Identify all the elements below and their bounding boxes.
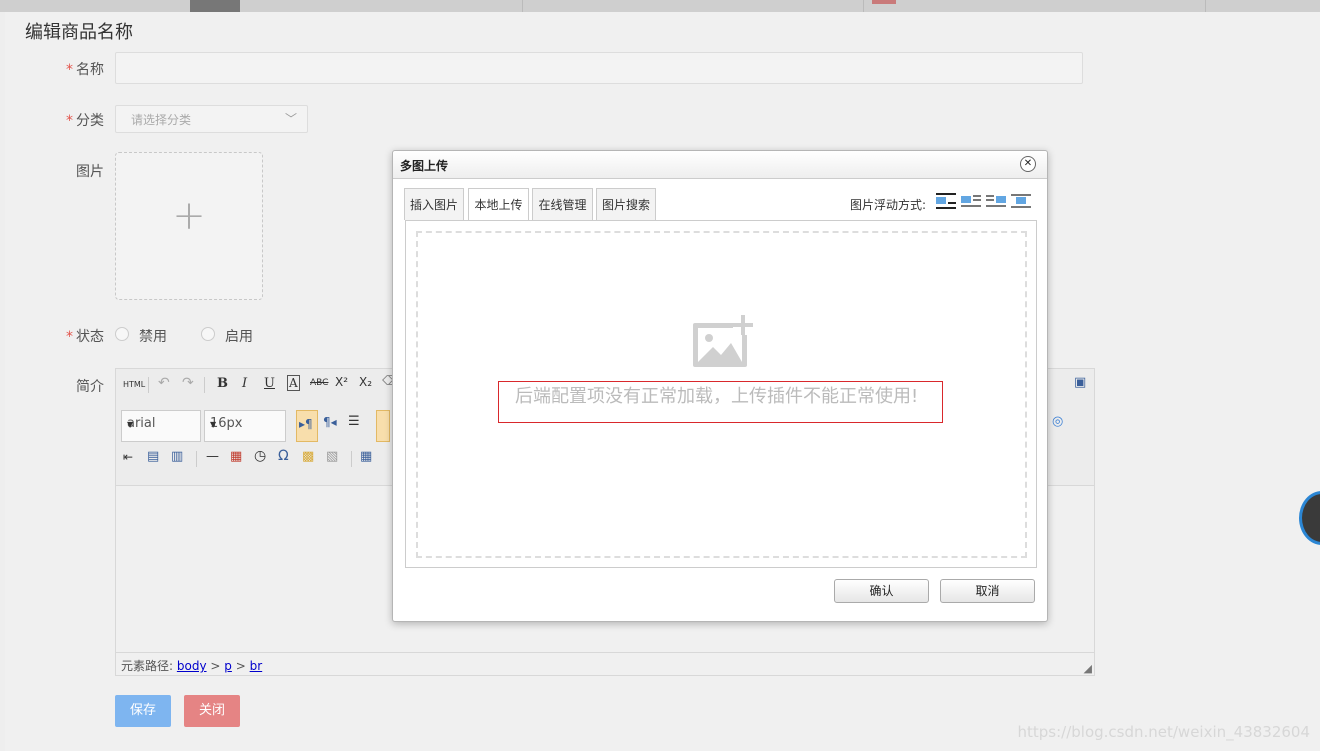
category-placeholder: 请选择分类 <box>131 113 192 127</box>
path-br-link[interactable]: br <box>250 659 263 673</box>
ltr-direction-button[interactable]: ▸¶ <box>296 410 318 442</box>
path-body-link[interactable]: body <box>177 659 207 673</box>
required-mark: * <box>66 329 73 345</box>
element-path: 元素路径: body > p > br <box>121 659 263 673</box>
watermark: https://blog.csdn.net/weixin_43832604 <box>1017 723 1310 741</box>
float-left-icon[interactable] <box>961 193 981 211</box>
status-option-disabled: 禁用 <box>139 329 167 345</box>
font-family-select[interactable]: arial ▼ <box>121 410 201 442</box>
multi-image-upload-dialog: 多图上传 ✕ 插入图片 本地上传 在线管理 图片搜索 图片浮动方式: 后端配置项… <box>392 150 1048 622</box>
required-mark: * <box>66 113 73 129</box>
font-size-select[interactable]: 16px ▼ <box>204 410 286 442</box>
error-message: 后端配置项没有正常加载，上传插件不能正常使用! <box>498 381 943 423</box>
confirm-button[interactable]: 确认 <box>834 579 929 603</box>
close-button[interactable]: 关闭 <box>184 695 240 727</box>
status-radio-enabled[interactable] <box>201 327 215 341</box>
italic-icon[interactable]: I <box>242 376 247 391</box>
date-icon[interactable]: ▦ <box>230 449 242 464</box>
name-input[interactable] <box>115 52 1083 84</box>
toolbar-separator <box>204 377 205 393</box>
tab-online-manage[interactable]: 在线管理 <box>532 188 593 220</box>
float-right-icon[interactable] <box>986 193 1006 211</box>
product-thumbnail <box>190 0 240 12</box>
toolbar-separator <box>148 377 149 393</box>
float-mode-label: 图片浮动方式: <box>850 198 927 212</box>
subscript-icon[interactable]: X₂ <box>359 375 372 389</box>
float-none-icon[interactable] <box>936 193 956 211</box>
image-upload-box[interactable]: + <box>115 152 263 300</box>
special-char-icon[interactable]: Ω <box>278 448 289 464</box>
font-border-icon[interactable]: A <box>287 375 300 391</box>
row-spacing-icon[interactable]: ⇤ <box>123 450 133 464</box>
table-divider <box>1205 0 1206 12</box>
rtl-icon[interactable]: ¶◂ <box>323 415 337 429</box>
undo-icon[interactable]: ↶ <box>158 375 170 391</box>
name-label: * 名称 <box>66 62 104 78</box>
help-icon[interactable]: ◎ <box>1052 414 1063 429</box>
multi-image-icon[interactable]: ▥ <box>171 449 183 464</box>
save-button[interactable]: 保存 <box>115 695 171 727</box>
close-icon[interactable]: ✕ <box>1020 156 1036 172</box>
plus-icon: + <box>172 193 206 239</box>
bold-icon[interactable]: B <box>217 376 228 391</box>
required-mark: * <box>66 62 73 78</box>
underline-icon[interactable]: U <box>264 376 275 391</box>
indent-icon[interactable]: ☰ <box>348 414 360 429</box>
cancel-button[interactable]: 取消 <box>940 579 1035 603</box>
float-center-icon[interactable] <box>1011 193 1031 211</box>
chevron-down-icon: ﹀ <box>284 112 297 126</box>
table-divider <box>522 0 523 12</box>
html-source-icon[interactable]: HTML <box>123 380 145 389</box>
ltr-icon: ▸¶ <box>299 417 313 431</box>
superscript-icon[interactable]: X² <box>335 375 348 389</box>
table-divider <box>863 0 864 12</box>
toolbar-separator <box>351 451 352 467</box>
tab-insert-image[interactable]: 插入图片 <box>404 188 464 220</box>
category-label: * 分类 <box>66 113 104 129</box>
insert-table-icon[interactable]: ▦ <box>360 449 372 464</box>
intro-label: 简介 <box>76 379 104 395</box>
horizontal-line-icon[interactable]: — <box>206 449 219 464</box>
strikethrough-icon[interactable]: ABC <box>310 378 328 388</box>
status-radio-disabled[interactable] <box>115 327 129 341</box>
status-label: * 状态 <box>66 329 104 345</box>
status-option-enabled: 启用 <box>225 329 253 345</box>
tab-image-search[interactable]: 图片搜索 <box>596 188 656 220</box>
redo-icon[interactable]: ↷ <box>182 375 194 391</box>
wordimage-icon[interactable]: ▧ <box>326 449 338 464</box>
resize-grip-icon[interactable]: ◢ <box>1084 662 1092 675</box>
tab-local-upload[interactable]: 本地上传 <box>468 188 529 221</box>
status-badge <box>872 0 896 4</box>
category-select[interactable]: 请选择分类 ﹀ <box>115 105 308 133</box>
dialog-title: 多图上传 <box>400 159 449 173</box>
time-icon[interactable]: ◷ <box>254 448 266 464</box>
path-p-link[interactable]: p <box>224 659 232 673</box>
drop-zone[interactable]: 后端配置项没有正常加载，上传插件不能正常使用! <box>416 231 1027 558</box>
toolbar-separator <box>196 451 197 467</box>
image-layout-icon[interactable]: ▤ <box>147 449 159 464</box>
image-label: 图片 <box>76 164 104 180</box>
dialog-titlebar: 多图上传 ✕ <box>393 151 1047 179</box>
preview-icon[interactable]: ▣ <box>1074 375 1086 390</box>
page-title: 编辑商品名称 <box>25 22 133 43</box>
align-left-button[interactable] <box>376 410 390 442</box>
snapshot-icon[interactable]: ▩ <box>302 449 314 464</box>
background-table-strip <box>0 0 1320 12</box>
add-image-icon <box>693 315 753 367</box>
upload-content-area: 后端配置项没有正常加载，上传插件不能正常使用! <box>405 220 1037 568</box>
editor-statusbar: 元素路径: body > p > br ◢ <box>116 652 1094 676</box>
